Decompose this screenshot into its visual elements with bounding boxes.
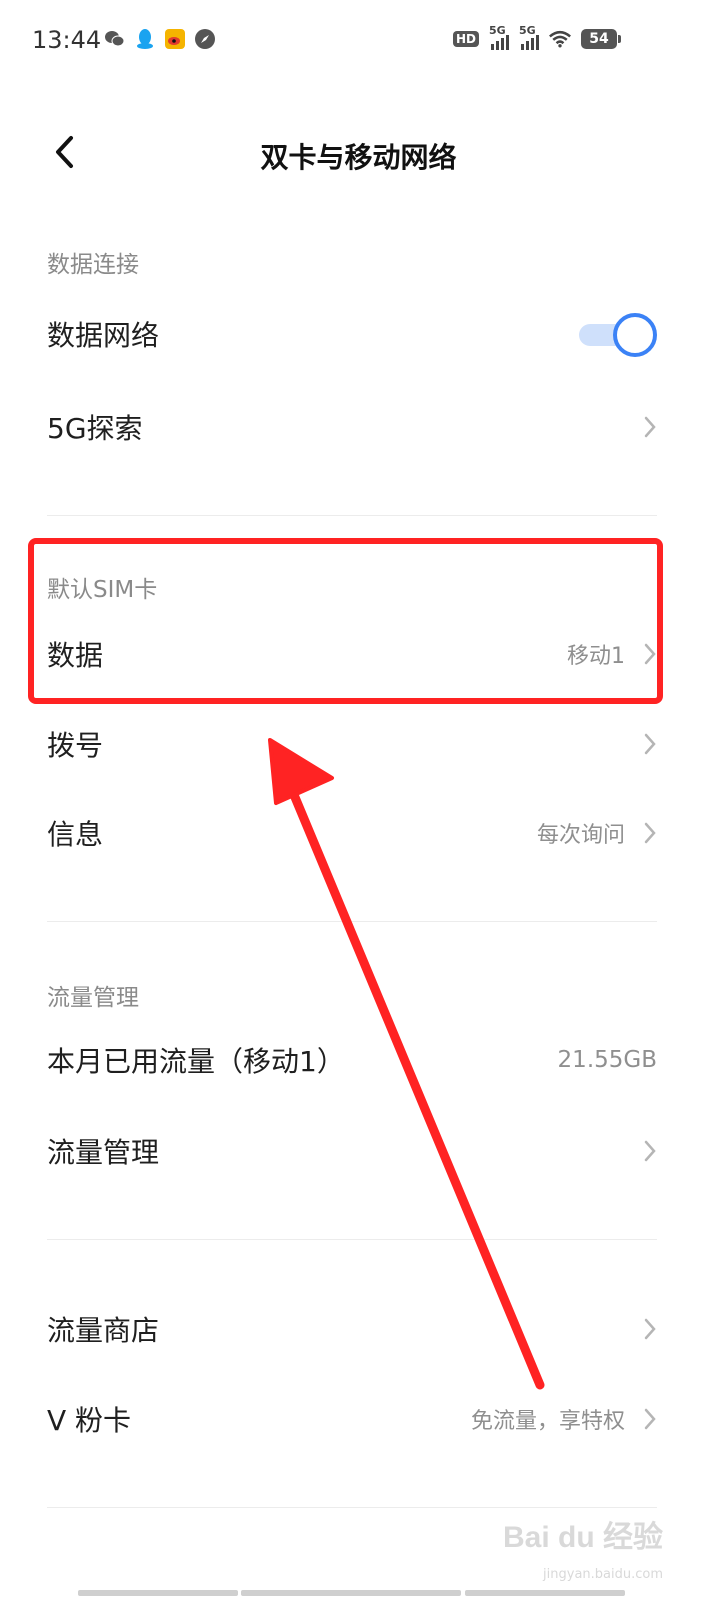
bottom-bar-segment	[241, 1590, 461, 1596]
5g-explore-label: 5G探索	[47, 412, 143, 445]
monthly-usage-label: 本月已用流量（移动1）	[47, 1045, 345, 1078]
monthly-usage-row: 本月已用流量（移动1） 21.55GB	[47, 1020, 657, 1100]
data-network-label: 数据网络	[47, 319, 160, 352]
vcard-row[interactable]: V 粉卡 免流量，享特权	[47, 1379, 657, 1459]
vcard-label: V 粉卡	[47, 1404, 132, 1437]
bottom-bar-segment	[78, 1590, 238, 1596]
message-sim-label: 信息	[47, 818, 104, 851]
hd-badge: HD	[452, 31, 479, 47]
signal-sim1-icon: 5G	[489, 24, 509, 50]
qq-icon	[134, 28, 156, 50]
data-sim-value: 移动1	[567, 644, 625, 669]
monthly-usage-value: 21.55GB	[557, 1047, 657, 1073]
divider	[47, 515, 657, 516]
data-sim-row[interactable]: 数据 移动1	[47, 614, 657, 694]
vcard-value: 免流量，享特权	[470, 1409, 625, 1434]
baidu-watermark-url: jingyan.baidu.com	[543, 1567, 663, 1582]
data-network-row[interactable]: 数据网络	[47, 294, 657, 374]
dial-sim-label: 拨号	[47, 729, 104, 762]
network-type-1: 5G	[489, 24, 506, 37]
wechat-icon	[104, 28, 126, 50]
chevron-right-icon	[643, 1407, 657, 1431]
traffic-manage-row[interactable]: 流量管理	[47, 1111, 657, 1191]
signal-sim2-icon: 5G	[519, 24, 539, 50]
chevron-right-icon	[643, 821, 657, 845]
chevron-right-icon	[643, 642, 657, 666]
section-header-data-connection: 数据连接	[47, 252, 139, 278]
status-system-icons: HD 5G 5G 54	[452, 24, 621, 50]
traffic-store-label: 流量商店	[47, 1314, 160, 1347]
chevron-right-icon	[643, 732, 657, 756]
traffic-store-row[interactable]: 流量商店	[47, 1289, 657, 1369]
page-title: 双卡与移动网络	[260, 141, 457, 174]
5g-explore-row[interactable]: 5G探索	[47, 387, 657, 467]
data-sim-label: 数据	[47, 639, 104, 672]
network-type-2: 5G	[519, 24, 536, 37]
bottom-bar-segment	[465, 1590, 625, 1596]
message-sim-row[interactable]: 信息 每次询问	[47, 793, 657, 873]
section-header-default-sim: 默认SIM卡	[47, 577, 158, 603]
message-sim-value: 每次询问	[536, 823, 625, 848]
compass-icon	[194, 28, 216, 50]
weibo-icon	[164, 28, 186, 50]
toggle-knob	[613, 313, 657, 357]
divider	[47, 1507, 657, 1508]
chevron-right-icon	[643, 1139, 657, 1163]
status-time: 13:44	[32, 26, 102, 54]
wifi-icon	[549, 28, 571, 50]
chevron-right-icon	[643, 415, 657, 439]
dial-sim-row[interactable]: 拨号	[47, 704, 657, 784]
section-header-traffic: 流量管理	[47, 985, 139, 1011]
status-notification-icons	[104, 28, 216, 50]
divider	[47, 1239, 657, 1240]
chevron-right-icon	[643, 1317, 657, 1341]
battery-icon: 54	[581, 29, 621, 49]
data-network-toggle[interactable]	[579, 312, 657, 357]
baidu-watermark-logo: Bai du 经验	[502, 1521, 663, 1554]
traffic-manage-label: 流量管理	[47, 1136, 160, 1169]
divider	[47, 921, 657, 922]
